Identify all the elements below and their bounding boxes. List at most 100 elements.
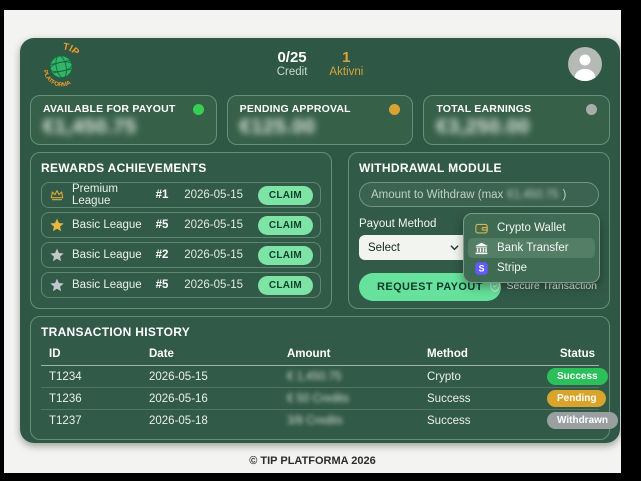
dropdown-option-label: Bank Transfer: [497, 242, 569, 254]
copyright-footer: © TIP PLATFORMA 2026: [4, 455, 621, 467]
column-header-method: Method: [419, 346, 539, 366]
amount-input[interactable]: Amount to Withdraw (max €1,450.75 ): [359, 182, 599, 207]
middle-section: REWARDS ACHIEVEMENTS Premium League #1 2…: [30, 152, 610, 309]
tx-method: Success: [419, 410, 539, 431]
tx-date: 2026-05-15: [141, 366, 279, 387]
transactions-title: TRANSACTION HISTORY: [41, 325, 599, 339]
table-row: T1237 2026-05-18 3/8 Credits Success Wit…: [41, 410, 599, 431]
table-row: T1234 2026-05-15 € 1,450.75 Crypto Succe…: [41, 366, 599, 388]
claim-button[interactable]: CLAIM: [258, 216, 313, 235]
transaction-table-header: ID Date Amount Method Status: [41, 346, 599, 366]
amount-placeholder-prefix: Amount to Withdraw (max: [371, 189, 503, 201]
reward-rank: #1: [156, 189, 178, 201]
tx-amount-blurred: € 50 Credits: [279, 388, 419, 409]
amber-status-dot: [389, 104, 400, 115]
tx-date: 2026-05-16: [141, 388, 279, 409]
column-header-date: Date: [141, 346, 279, 366]
reward-league: Basic League: [72, 249, 149, 261]
reward-date: 2026-05-15: [184, 219, 251, 231]
credit-counter: 0/25 Credit: [277, 49, 308, 79]
dropdown-option-label: Stripe: [497, 262, 527, 274]
credit-value: 0/25: [277, 49, 308, 66]
silver-star-icon: [49, 277, 65, 293]
stat-value-blurred: €125.00: [240, 116, 401, 139]
user-avatar[interactable]: [568, 47, 602, 81]
silver-star-icon: [49, 247, 65, 263]
stat-label: PENDING APPROVAL: [240, 103, 351, 115]
dropdown-option-crypto-wallet[interactable]: Crypto Wallet: [468, 218, 595, 238]
stat-total-earnings: TOTAL EARNINGS €3,250.00: [423, 95, 610, 145]
table-row: T1236 2026-05-16 € 50 Credits Success Pe…: [41, 388, 599, 410]
tx-id: T1234: [41, 366, 141, 387]
tx-date: 2026-05-18: [141, 410, 279, 431]
stat-value-blurred: €3,250.00: [436, 116, 597, 139]
tx-amount-blurred: 3/8 Credits: [279, 410, 419, 431]
stripe-icon: S: [474, 261, 489, 276]
app-header: TIP PLATFORMA 0/25 Credit 1 Aktivni: [30, 40, 610, 88]
stat-value-blurred: €1,450.75: [43, 116, 204, 139]
withdrawal-title: WITHDRAWAL MODULE: [359, 161, 599, 175]
stat-label: TOTAL EARNINGS: [436, 103, 531, 115]
page-background: TIP PLATFORMA 0/25 Credit 1 Aktivni: [4, 10, 621, 473]
screenshot-frame: TIP PLATFORMA 0/25 Credit 1 Aktivni: [0, 0, 641, 481]
column-header-status: Status: [539, 346, 599, 366]
reward-date: 2026-05-15: [184, 279, 251, 291]
dropdown-option-stripe[interactable]: S Stripe: [468, 258, 595, 278]
tx-id: T1237: [41, 410, 141, 431]
claim-button[interactable]: CLAIM: [258, 276, 313, 295]
rewards-panel: REWARDS ACHIEVEMENTS Premium League #1 2…: [30, 152, 332, 309]
tip-platforma-logo: TIP PLATFORMA: [38, 42, 84, 88]
dashboard-card: TIP PLATFORMA 0/25 Credit 1 Aktivni: [20, 38, 620, 443]
reward-row: Premium League #1 2026-05-15 CLAIM: [41, 182, 321, 208]
payout-method-dropdown: Crypto Wallet Bank Transfer S: [463, 213, 600, 283]
stat-label: AVAILABLE FOR PAYOUT: [43, 103, 176, 115]
header-stats: 0/25 Credit 1 Aktivni: [277, 49, 364, 79]
claim-button[interactable]: CLAIM: [258, 246, 313, 265]
dropdown-option-bank-transfer[interactable]: Bank Transfer: [468, 238, 595, 258]
column-header-id: ID: [41, 346, 141, 366]
reward-row: Basic League #5 2026-05-15 CLAIM: [41, 212, 321, 238]
reward-league: Basic League: [72, 219, 149, 231]
reward-league: Basic League: [72, 279, 149, 291]
stat-cards-row: AVAILABLE FOR PAYOUT €1,450.75 PENDING A…: [30, 95, 610, 145]
claim-button[interactable]: CLAIM: [258, 186, 313, 205]
reward-row: Basic League #2 2026-05-15 CLAIM: [41, 242, 321, 268]
tx-method: Success: [419, 388, 539, 409]
rewards-title: REWARDS ACHIEVEMENTS: [41, 161, 321, 175]
active-counter: 1 Aktivni: [329, 49, 363, 79]
reward-rank: #2: [156, 249, 178, 261]
reward-date: 2026-05-15: [184, 249, 251, 261]
reward-league: Premium League: [72, 183, 149, 207]
column-header-amount: Amount: [279, 346, 419, 366]
tx-id: T1236: [41, 388, 141, 409]
active-value: 1: [329, 49, 363, 66]
amount-placeholder-max-blurred: €1,450.75: [507, 189, 558, 201]
select-value: Select: [368, 242, 400, 254]
credit-label: Credit: [277, 66, 308, 79]
stat-pending-approval: PENDING APPROVAL €125.00: [227, 95, 414, 145]
status-badge: Withdrawn: [547, 412, 618, 429]
wallet-icon: [474, 221, 489, 236]
reward-rank: #5: [156, 219, 178, 231]
status-badge: Success: [547, 368, 608, 385]
reward-rank: #5: [156, 279, 178, 291]
tx-method: Crypto: [419, 366, 539, 387]
withdrawal-panel: WITHDRAWAL MODULE Amount to Withdraw (ma…: [348, 152, 610, 309]
dropdown-option-label: Crypto Wallet: [497, 222, 566, 234]
svg-text:S: S: [479, 263, 485, 273]
status-badge: Pending: [547, 390, 606, 407]
bank-icon: [474, 241, 489, 256]
gray-status-dot: [586, 104, 597, 115]
person-icon: [568, 47, 602, 81]
reward-date: 2026-05-15: [184, 189, 251, 201]
reward-row: Basic League #5 2026-05-15 CLAIM: [41, 272, 321, 298]
transaction-history-panel: TRANSACTION HISTORY ID Date Amount Metho…: [30, 316, 610, 440]
chevron-down-icon: [449, 242, 460, 253]
crown-icon: [49, 187, 65, 203]
gold-star-icon: [49, 217, 65, 233]
active-label: Aktivni: [329, 66, 363, 79]
tx-amount-blurred: € 1,450.75: [279, 366, 419, 387]
payout-method-select[interactable]: Select: [359, 235, 469, 260]
green-status-dot: [193, 104, 204, 115]
amount-placeholder-suffix: ): [562, 189, 566, 201]
